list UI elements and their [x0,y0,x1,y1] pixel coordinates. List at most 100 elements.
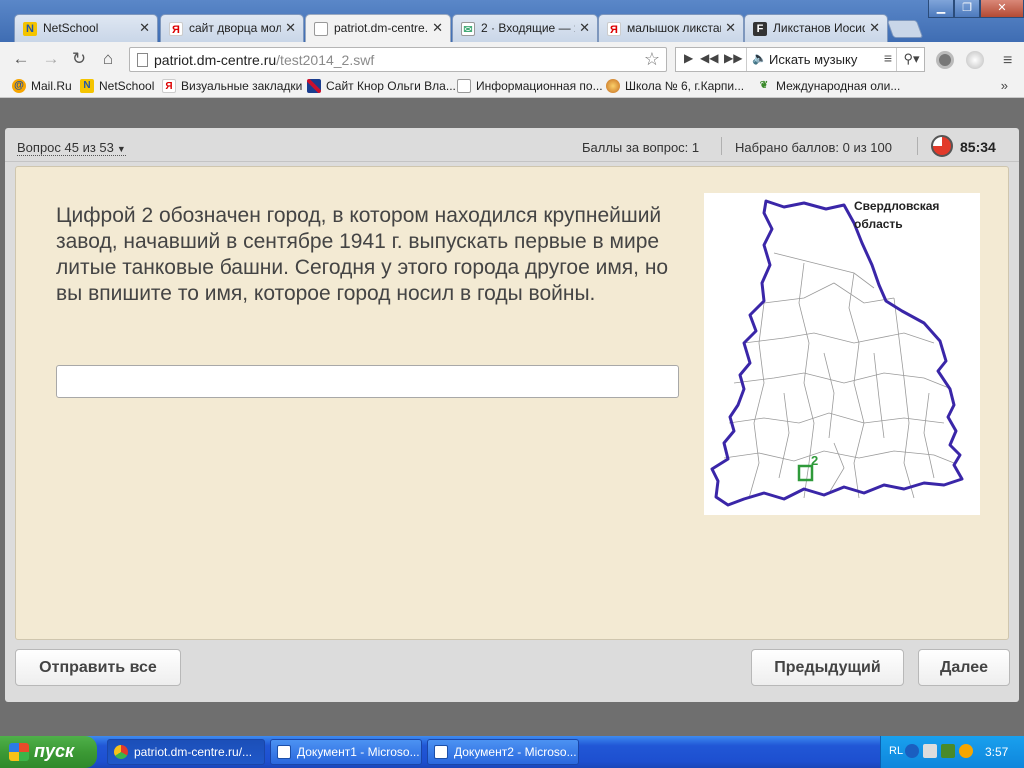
bookmarks-bar: @ Mail.Ru N NetSchool Я Визуальные закладки… [0,76,1024,98]
bookmark-info[interactable]: Информационная по... [457,79,603,93]
play-icon[interactable]: ▶ [684,51,693,65]
music-extension: ▶ ◀◀ ▶▶ 🔈 Искать музыку ≡ ⚲▾ [675,47,925,72]
submit-all-button[interactable]: Отправить все [15,649,181,686]
test-header: Вопрос 45 из 53 ▼ Баллы за вопрос: 1 Набр… [5,128,1019,162]
taskbar: пуск patriot.dm-centre.ru/... Документ1 … [0,736,1024,768]
back-arrow-icon[interactable]: ← [10,49,32,69]
taskbar-item-label: Документ2 - Microso... [454,745,577,759]
close-icon[interactable]: ✕ [725,20,736,36]
menu-icon[interactable]: ≡ [884,50,892,66]
bookmark-label: Международная оли... [776,79,901,93]
language-indicator[interactable]: RL [889,745,903,757]
question-panel: Цифрой 2 обозначен город, в котором нахо… [15,166,1009,640]
answer-input[interactable] [56,365,679,398]
tab-yandex-dvorec[interactable]: Я сайт дворца моло ✕ [160,14,304,42]
timer: 85:34 [960,139,996,155]
timer-icon [931,135,953,157]
taskbar-item-document1[interactable]: Документ1 - Microso... [270,739,422,765]
bookmark-label: Школа № 6, г.Карпи... [625,79,745,93]
page-icon [314,22,328,36]
map-title-line2: область [854,217,903,231]
netschool-icon: N [80,79,94,93]
tab-title: сайт дворца моло [189,21,281,35]
close-icon[interactable]: ✕ [285,20,296,36]
bookmark-label: NetSchool [99,79,155,93]
fr-icon: F [753,22,767,36]
mailru-icon: @ [12,79,26,93]
chrome-icon [114,745,128,759]
camera-extension-icon[interactable] [936,51,954,69]
close-icon[interactable]: ✕ [432,20,443,36]
bookmark-mailru[interactable]: @ Mail.Ru [12,79,72,93]
tab-likstanov[interactable]: F Ликстанов Иосиф ✕ [744,14,888,42]
taskbar-item-document2[interactable]: Документ2 - Microso... [427,739,579,765]
forward-arrow-icon[interactable]: → [40,49,62,69]
new-tab-button[interactable] [886,20,924,38]
search-icon[interactable]: ⚲▾ [896,48,926,71]
previous-button[interactable]: Предыдущий [751,649,904,686]
page-content: Вопрос 45 из 53 ▼ Баллы за вопрос: 1 Набр… [0,98,1024,736]
previous-track-icon[interactable]: ◀◀ [700,51,718,65]
mail-icon: ✉ [461,22,475,36]
start-button[interactable]: пуск [0,736,97,768]
clock: 3:57 [985,745,1009,759]
divider [917,137,918,155]
tab-title: patriot.dm-centre.r [334,21,428,35]
music-search-input[interactable]: 🔈 Искать музыку ≡ ⚲▾ [746,48,926,71]
maximize-button[interactable]: ❐ [954,0,980,18]
tab-netschool[interactable]: N NetSchool ✕ [14,14,158,42]
tab-title: NetSchool [43,21,99,35]
close-icon[interactable]: ✕ [869,20,880,36]
bookmark-netschool[interactable]: N NetSchool [80,79,154,93]
home-icon[interactable]: ⌂ [97,49,119,69]
yandex-icon: Я [162,79,176,93]
tab-title: 2 · Входящие — Я [481,21,575,35]
bookmark-visual[interactable]: Я Визуальные закладки [162,79,302,93]
tab-patriot[interactable]: patriot.dm-centre.r ✕ [305,14,451,42]
school-icon [606,79,620,93]
network-icon[interactable] [923,744,937,758]
url-host: patriot.dm-centre.ru [154,52,277,68]
netschool-icon: N [23,22,37,36]
tab-mail-inbox[interactable]: ✉ 2 · Входящие — Я ✕ [452,14,598,42]
region-map: 2 Свердловская область [704,193,980,515]
bookmark-knor[interactable]: Сайт Кнор Ольги Вла... [307,79,456,93]
window-close-button[interactable]: ✕ [980,0,1024,18]
chevron-down-icon: ▼ [116,144,126,154]
url-text: patriot.dm-centre.ru/test2014_2.swf [154,52,374,68]
taskbar-item-browser[interactable]: patriot.dm-centre.ru/... [107,739,265,765]
map-title-line1: Свердловская [854,199,940,213]
bookmark-label: Информационная по... [476,79,603,93]
minimize-button[interactable]: ▁ [928,0,954,18]
taskbar-item-label: patriot.dm-centre.ru/... [134,745,253,759]
address-bar[interactable]: patriot.dm-centre.ru/test2014_2.swf ☆ [129,47,667,72]
close-icon[interactable]: ✕ [579,20,590,36]
question-counter-label: Вопрос 45 из 53 [17,140,114,155]
reload-icon[interactable]: ↻ [68,49,90,69]
chrome-menu-icon[interactable]: ≡ [1003,52,1012,70]
bookmark-school6[interactable]: Школа № 6, г.Карпи... [606,79,744,93]
tray-icon[interactable] [941,744,955,758]
marker-label: 2 [811,453,818,468]
extension-icon[interactable] [966,51,984,69]
next-button[interactable]: Далее [918,649,1010,686]
more-bookmarks-icon[interactable]: » [1001,78,1008,93]
points-total: Набрано баллов: 0 из 100 [735,140,892,155]
bookmark-label: Сайт Кнор Ольги Вла... [326,79,456,93]
next-track-icon[interactable]: ▶▶ [724,51,742,65]
bookmark-label: Mail.Ru [31,79,72,93]
points-for-question: Баллы за вопрос: 1 [582,140,700,155]
bookmark-star-icon[interactable]: ☆ [644,49,660,70]
bookmark-olympiad[interactable]: ❦ Международная оли... [757,79,901,93]
tab-yandex-malyshok[interactable]: Я малышок ликстан ✕ [598,14,744,42]
document-icon [457,79,471,93]
close-icon[interactable]: ✕ [139,20,150,36]
city-marker [797,464,814,482]
tray-icon[interactable] [905,744,919,758]
url-path: /test2014_2.swf [276,52,375,68]
leaf-icon: ❦ [759,80,769,91]
tray-icon[interactable] [959,744,973,758]
system-tray: RL 3:57 [880,736,1024,768]
speaker-icon: 🔈 [752,51,767,65]
question-counter-dropdown[interactable]: Вопрос 45 из 53 ▼ [17,140,126,156]
